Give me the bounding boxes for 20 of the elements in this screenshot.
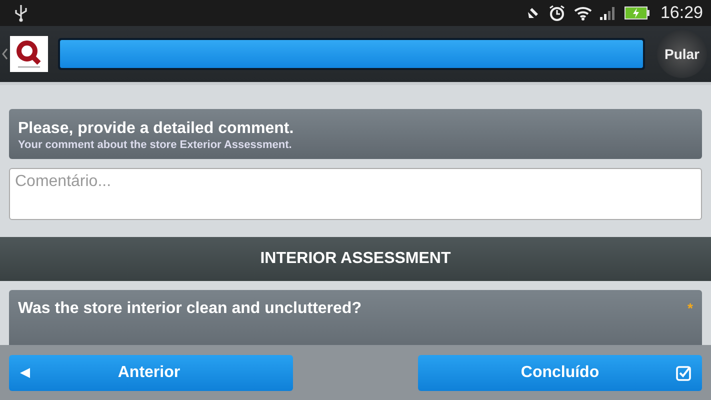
checkbox-icon: [676, 364, 692, 380]
done-button[interactable]: Concluído: [418, 354, 702, 390]
signal-icon: [600, 6, 616, 20]
clock-time: 16:29: [660, 3, 703, 23]
battery-icon: [624, 6, 650, 20]
comment-field[interactable]: Comentário...: [9, 168, 702, 220]
question-text: Was the store interior clean and uncluttered?: [18, 300, 362, 319]
alarm-clock-icon: [548, 4, 566, 22]
card-subtitle: Your comment about the store Exterior Assessment.: [18, 139, 293, 151]
left-triangle-icon: [19, 366, 31, 378]
app-logo-icon: [10, 36, 48, 72]
skip-button[interactable]: Pular: [657, 30, 707, 78]
back-chevron-icon[interactable]: [2, 48, 8, 60]
wifi-icon: [574, 5, 592, 21]
required-mark: *: [688, 300, 693, 314]
section-header: INTERIOR ASSESSMENT: [0, 237, 711, 281]
previous-button[interactable]: Anterior: [9, 354, 293, 390]
usb-icon: [14, 4, 28, 22]
card-title: Please, provide a detailed comment.: [18, 120, 295, 138]
satellite-icon: [526, 6, 540, 20]
